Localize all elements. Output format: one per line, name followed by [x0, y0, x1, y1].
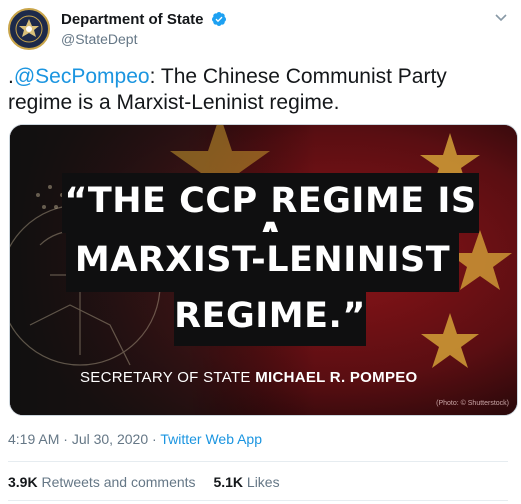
display-name[interactable]: Department of State: [61, 11, 204, 28]
attribution-name: MICHAEL R. POMPEO: [255, 369, 418, 386]
meta-separator: ·: [148, 431, 161, 447]
verified-badge-icon: [211, 12, 226, 26]
retweets-label: Retweets and comments: [37, 474, 196, 490]
account-handle[interactable]: @StateDept: [61, 31, 227, 47]
tweet-date[interactable]: Jul 30, 2020: [72, 431, 148, 447]
divider: [8, 500, 508, 501]
quote-line-3: REGIME.”: [174, 288, 366, 346]
quote-attribution: SECRETARY OF STATE MICHAEL R. POMPEO: [80, 369, 460, 386]
avatar[interactable]: [8, 8, 50, 50]
tweet-card: Department of State @StateDept .@SecPomp…: [0, 0, 521, 504]
likes-stat[interactable]: 5.1K Likes: [213, 474, 279, 490]
department-seal-icon: [12, 12, 46, 46]
quote-line-2: MARXIST-LENINIST: [66, 232, 459, 292]
account-names: Department of State @StateDept: [61, 11, 227, 47]
tweet-text: .@SecPompeo: The Chinese Communist Party…: [8, 64, 508, 116]
chevron-down-icon[interactable]: [494, 10, 508, 24]
mention-link[interactable]: @SecPompeo: [14, 65, 150, 88]
retweets-stat[interactable]: 3.9K Retweets and comments: [8, 474, 196, 490]
divider: [8, 461, 508, 462]
tweet-header: Department of State @StateDept: [8, 8, 508, 52]
meta-separator: ·: [59, 431, 72, 447]
tweet-image[interactable]: “THE CCP REGIME IS A MARXIST-LENINIST RE…: [9, 124, 518, 416]
quote-line-1: “THE CCP REGIME IS A: [62, 173, 479, 254]
tweet-time[interactable]: 4:19 AM: [8, 431, 59, 447]
retweets-count: 3.9K: [8, 474, 38, 490]
tweet-stats: 3.9K Retweets and comments 5.1K Likes: [8, 474, 294, 490]
photo-credit: (Photo: © Shutterstock): [436, 400, 509, 407]
tweet-metadata: 4:19 AM · Jul 30, 2020 · Twitter Web App: [8, 431, 262, 447]
likes-count: 5.1K: [213, 474, 244, 490]
tweet-source[interactable]: Twitter Web App: [160, 431, 262, 447]
attribution-title: SECRETARY OF STATE: [80, 369, 256, 386]
likes-label: Likes: [243, 474, 280, 490]
